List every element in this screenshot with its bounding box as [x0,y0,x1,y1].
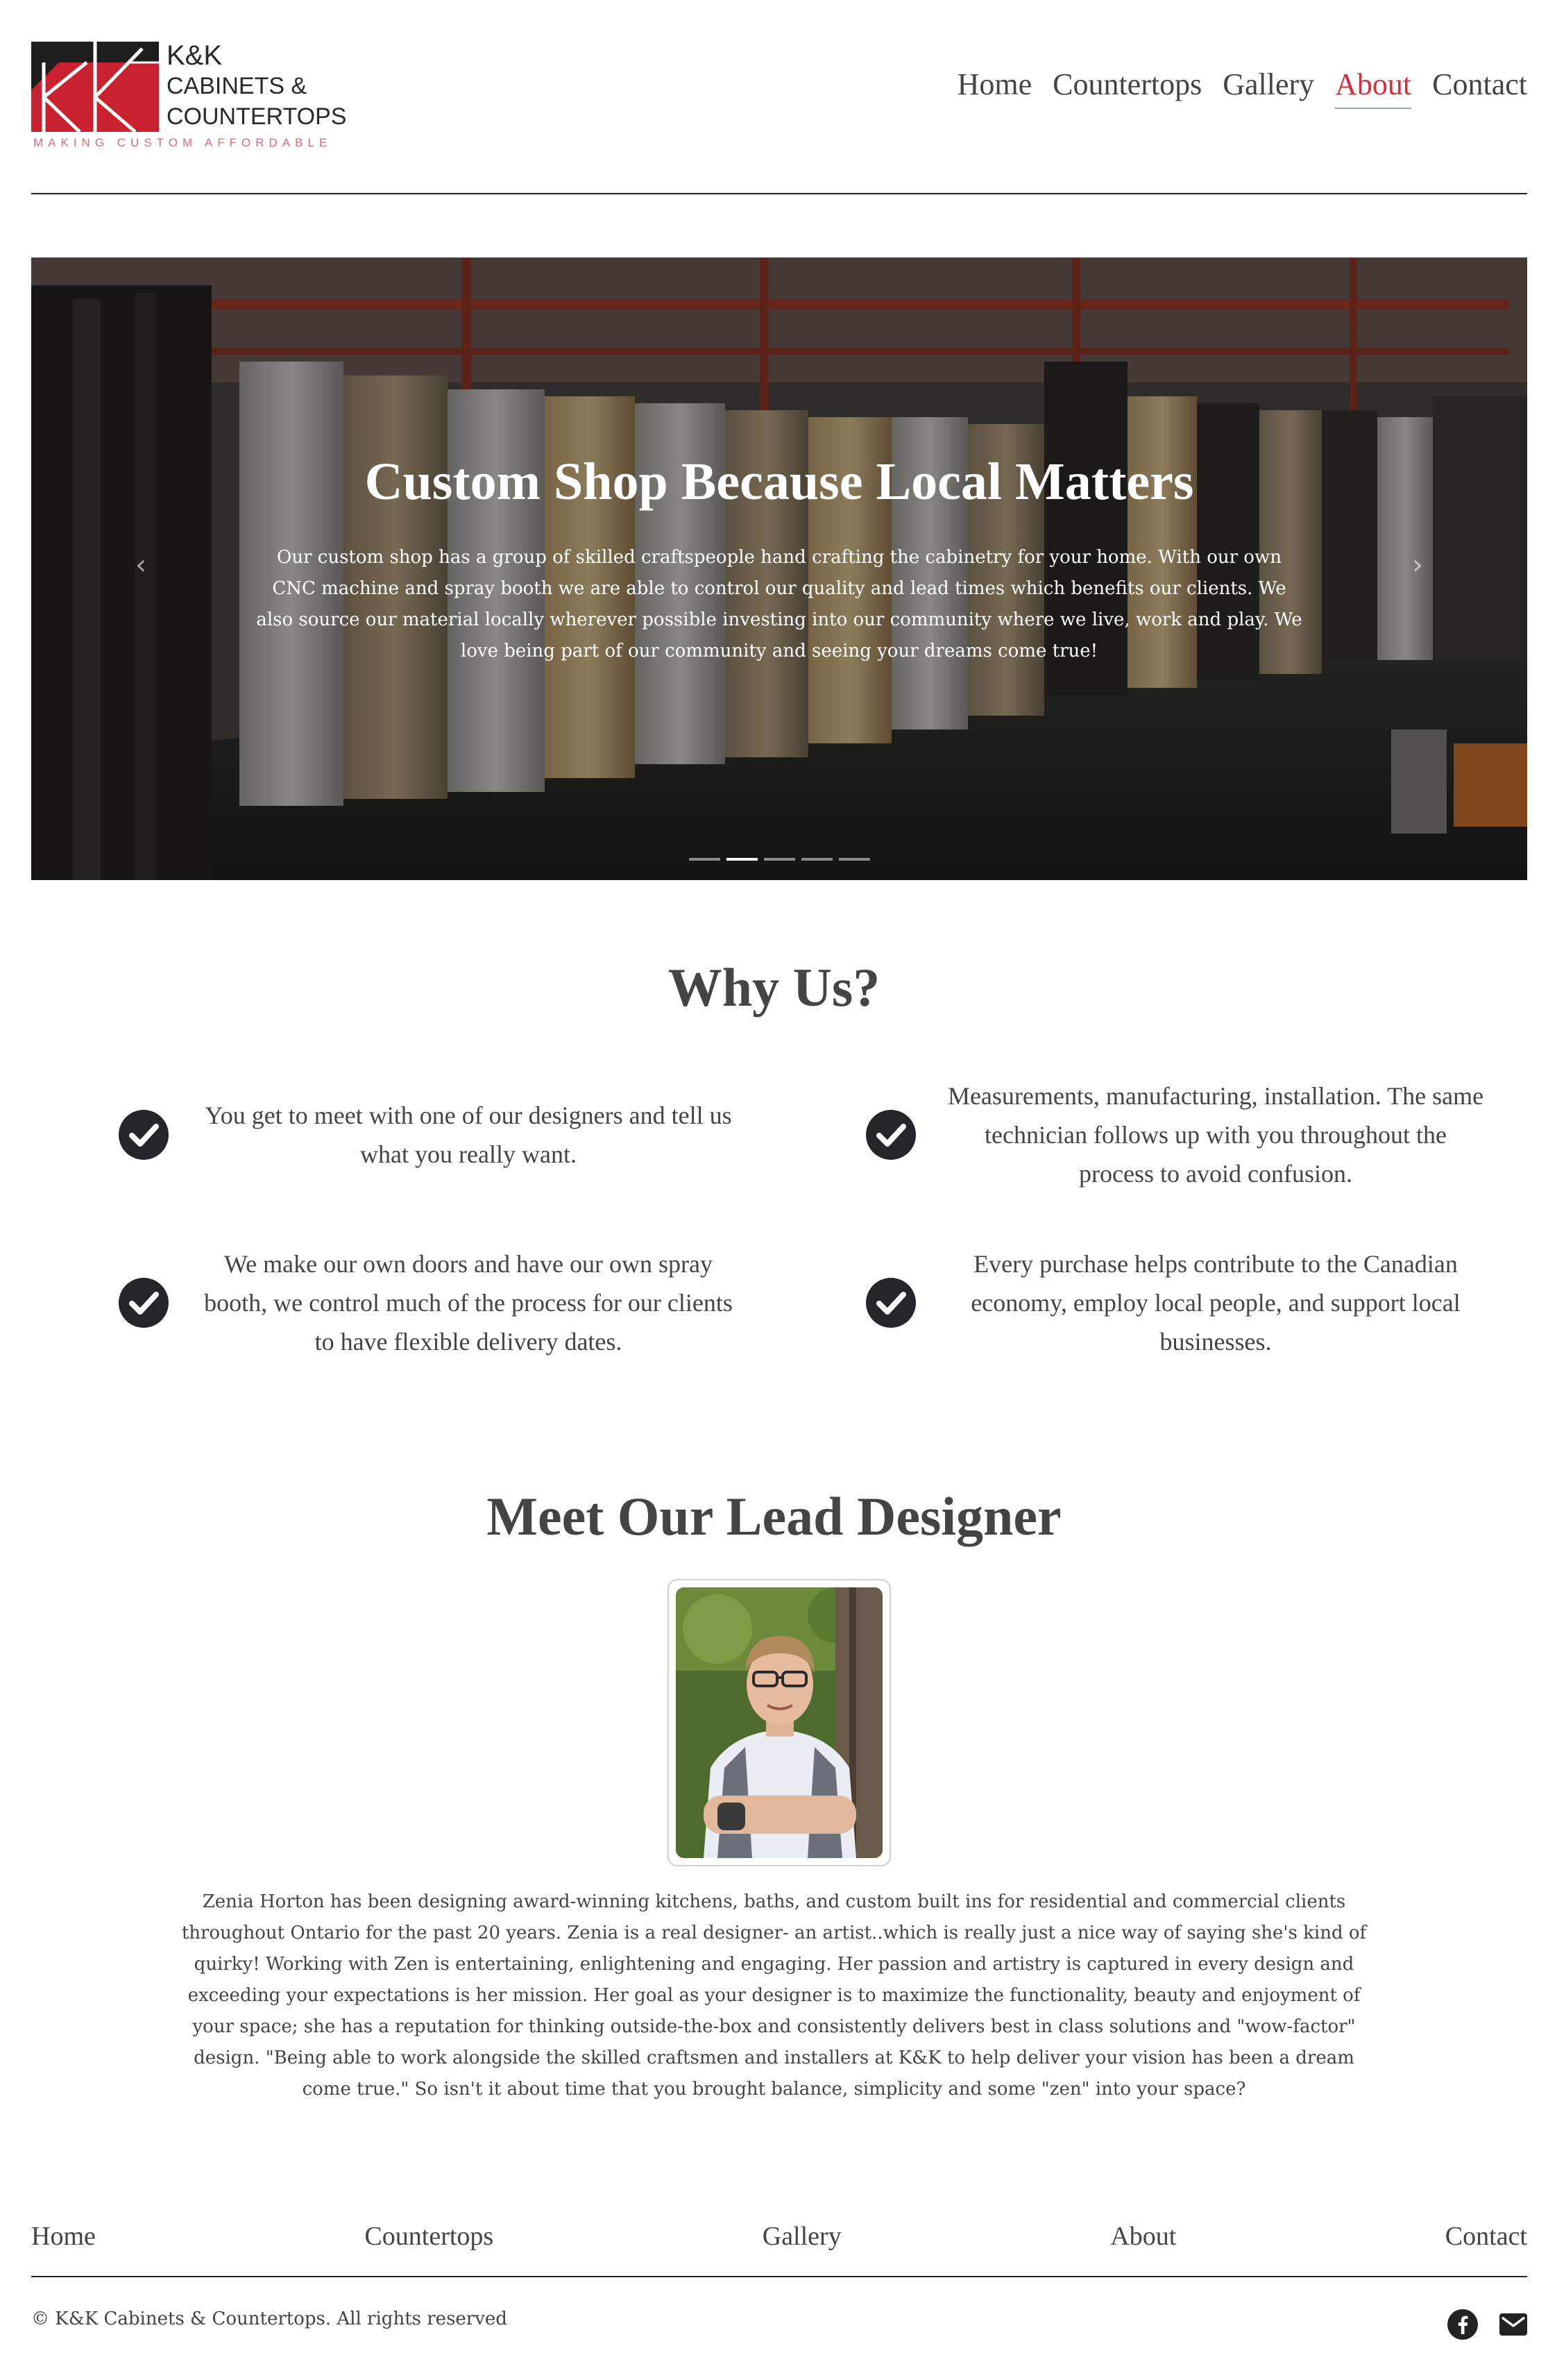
feature-item: Measurements, manufacturing, installatio… [779,1069,1483,1201]
carousel-indicator-active[interactable] [726,858,758,861]
brand-line-3: COUNTERTOPS [167,103,347,130]
footer-divider [31,2276,1527,2277]
check-circle-icon [119,1110,169,1160]
social-links [1447,2309,1527,2340]
carousel-prev-button[interactable]: ‹ [135,549,146,581]
nav-about[interactable]: About [1335,67,1412,109]
feature-text: We make our own doors and have our own s… [204,1250,733,1356]
logo-mark-icon [31,42,159,132]
hero-title: Custom Shop Because Local Matters [364,453,1194,511]
email-link[interactable] [1499,2313,1527,2336]
footer-nav-gallery[interactable]: Gallery [763,2221,842,2252]
designer-portrait-image [676,1587,883,1858]
designer-bio: Zenia Horton has been designing award-wi… [181,1891,1367,2100]
feature-text: You get to meet with one of our designer… [205,1102,732,1168]
footer-nav-countertops[interactable]: Countertops [364,2221,493,2252]
mail-icon [1499,2313,1527,2336]
nav-home[interactable]: Home [958,67,1032,109]
chevron-left-icon: ‹ [135,549,146,581]
nav-countertops[interactable]: Countertops [1053,67,1202,109]
site-logo[interactable]: K&K CABINETS & COUNTERTOPS MAKING CUSTOM… [31,40,350,158]
feature-text: Every purchase helps contribute to the C… [971,1250,1461,1356]
footer-nav-home[interactable]: Home [31,2221,96,2252]
hero-carousel: ‹ › Custom Shop Because Local Matters Ou… [31,258,1527,880]
copyright-text: © K&K Cabinets & Countertops. All rights… [31,2309,507,2329]
designer-title: Meet Our Lead Designer [486,1486,1062,1546]
facebook-link[interactable] [1447,2309,1479,2340]
feature-text: Measurements, manufacturing, installatio… [947,1082,1484,1188]
check-circle-icon [119,1278,169,1328]
header-divider [31,193,1527,194]
carousel-next-button[interactable]: › [1412,549,1423,581]
why-us-title: Why Us? [667,957,881,1018]
site-header: K&K CABINETS & COUNTERTOPS MAKING CUSTOM… [31,40,1527,194]
facebook-icon [1447,2309,1478,2340]
carousel-indicator[interactable] [763,858,795,861]
nav-contact[interactable]: Contact [1432,67,1527,109]
carousel-indicator[interactable] [688,858,720,861]
footer-nav: Home Countertops Gallery About Contact [31,2221,1527,2252]
nav-gallery[interactable]: Gallery [1223,67,1314,109]
check-circle-icon [866,1110,916,1160]
footer-nav-about[interactable]: About [1110,2221,1176,2252]
feature-item: We make our own doors and have our own s… [31,1237,733,1369]
footer-nav-contact[interactable]: Contact [1445,2221,1527,2252]
carousel-indicators [31,858,1527,861]
hero-text: Our custom shop has a group of skilled c… [256,547,1302,661]
check-circle-icon [866,1278,916,1328]
logo-text: K&K CABINETS & COUNTERTOPS [167,40,346,132]
carousel-indicator[interactable] [801,858,833,861]
main-nav: Home Countertops Gallery About Contact [958,67,1527,109]
brand-tagline: MAKING CUSTOM AFFORDABLE [33,136,332,149]
brand-line-2: CABINETS & [167,73,307,99]
carousel-indicator[interactable] [838,858,870,861]
feature-item: You get to meet with one of our designer… [31,1069,732,1201]
feature-item: Every purchase helps contribute to the C… [779,1237,1461,1369]
designer-portrait-frame [667,1579,891,1866]
brand-name: K&K [167,40,223,71]
chevron-right-icon: › [1412,549,1423,581]
